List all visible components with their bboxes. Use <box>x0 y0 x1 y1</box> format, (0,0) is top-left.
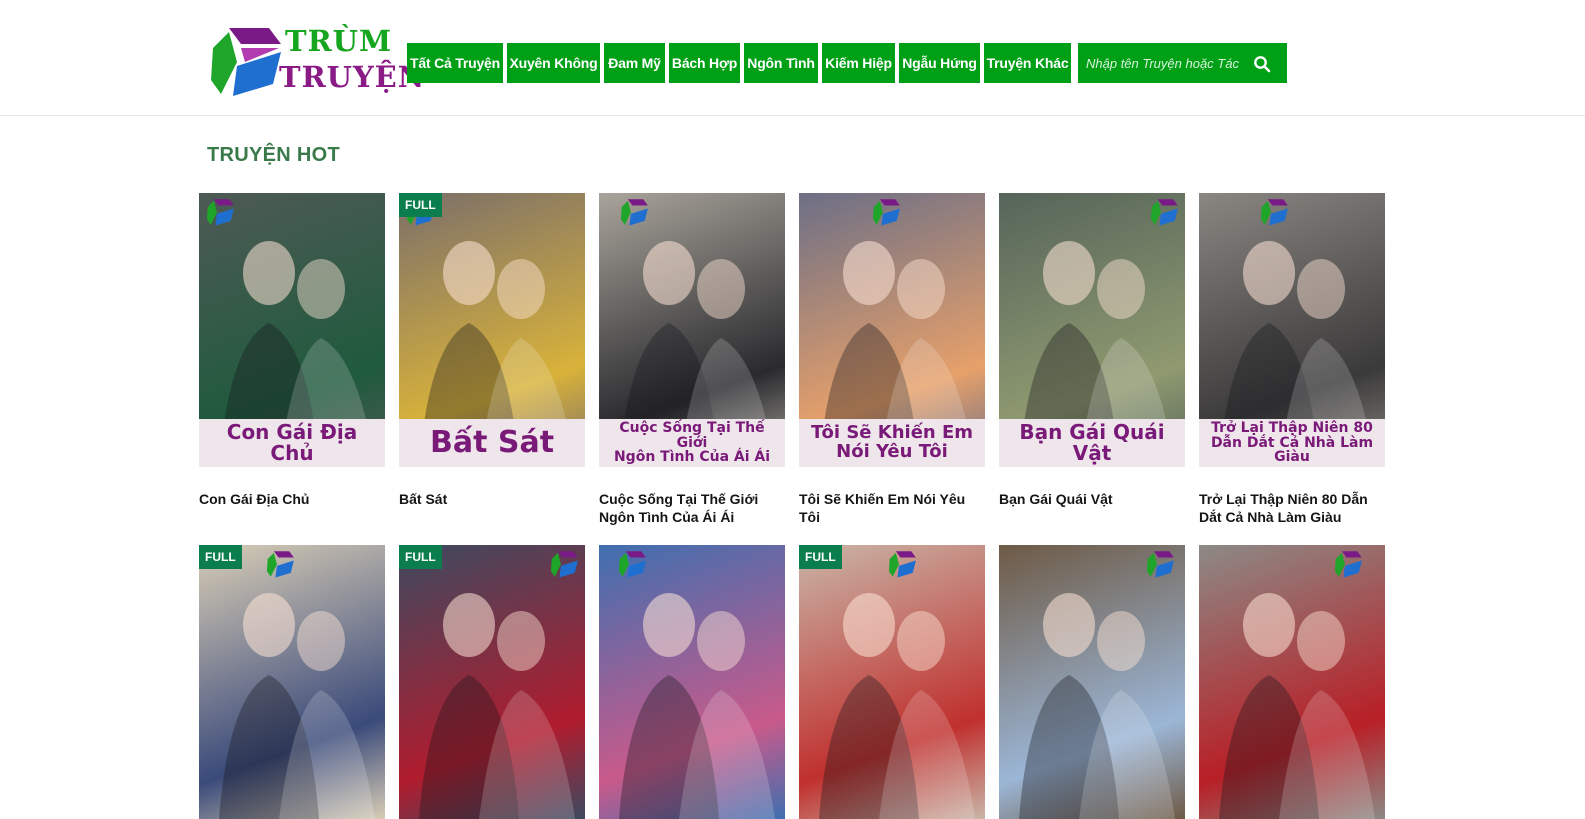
story-card[interactable]: FULL Bất Sát Bất Sát <box>399 193 585 508</box>
cover-title-text: Tôi Sẽ Khiến Em Nói Yêu Tôi <box>799 419 985 467</box>
story-card[interactable]: Bạn Gái Quái Vật Bạn Gái Quái Vật <box>999 193 1185 508</box>
full-badge: FULL <box>399 193 442 217</box>
cover-title-line: Ngôn Tình Của Ái Ái <box>613 449 771 466</box>
nav-item-ngon-tinh[interactable]: Ngôn Tình <box>744 43 818 83</box>
story-cover-image[interactable]: FULL <box>399 545 585 819</box>
nav-item-xuyen-khong[interactable]: Xuyên Không <box>507 43 600 83</box>
story-card[interactable]: Cuộc Sống Tại Thế Giới Ngôn Tình Của Ái Á… <box>599 193 785 526</box>
logo-text-line1: TRÙM <box>285 24 393 58</box>
search-box <box>1078 43 1287 83</box>
story-title-link[interactable]: Cuộc Sống Tại Thế Giới Ngôn Tình Của Ái … <box>599 490 785 526</box>
story-card[interactable] <box>1199 545 1385 819</box>
cover-artwork <box>819 593 975 819</box>
story-cover-image[interactable]: Trở Lại Thập Niên 80 Dẫn Dắt Cả Nhà Làm G… <box>1199 193 1385 467</box>
search-input[interactable] <box>1086 43 1246 83</box>
nav-item-ngau-hung[interactable]: Ngẫu Hứng <box>899 43 980 83</box>
watermark-logo-icon <box>620 199 648 226</box>
full-badge: FULL <box>399 545 442 569</box>
story-title-link[interactable]: Con Gái Địa Chủ <box>199 490 385 508</box>
cover-title-text: Bất Sát <box>399 419 585 467</box>
nav-item-kiem-hiep[interactable]: Kiếm Hiệp <box>822 43 895 83</box>
nav-item-dam-my[interactable]: Đam Mỹ <box>604 43 665 83</box>
watermark-logo-icon <box>872 199 900 226</box>
nav-item-other-stories[interactable]: Truyện Khác <box>984 43 1071 83</box>
watermark-logo-icon <box>1260 199 1288 226</box>
story-card[interactable]: Tôi Sẽ Khiến Em Nói Yêu Tôi Tôi Sẽ Khiến E… <box>799 193 985 526</box>
cover-artwork <box>419 593 575 819</box>
story-card[interactable]: Trở Lại Thập Niên 80 Dẫn Dắt Cả Nhà Làm G… <box>1199 193 1385 526</box>
cover-title-text: Trở Lại Thập Niên 80 Dẫn Dắt Cả Nhà Làm G… <box>1199 419 1385 467</box>
story-card[interactable]: FULL <box>199 545 385 819</box>
watermark-logo-icon <box>266 551 294 578</box>
story-card[interactable]: FULL <box>399 545 585 819</box>
cover-title-line: Nói Yêu Tôi <box>836 441 948 462</box>
story-cover-image[interactable]: FULL Bất Sát <box>399 193 585 467</box>
full-badge: FULL <box>199 545 242 569</box>
section-title-hot: TRUYỆN HOT <box>207 144 340 166</box>
cover-title-line: Bạn Gái Quái Vật <box>1019 420 1165 465</box>
story-card[interactable]: FULL <box>799 545 985 819</box>
story-cover-image[interactable] <box>1199 545 1385 819</box>
cover-title-text: Con Gái Địa Chủ <box>199 419 385 467</box>
cover-title-line: Cuộc Sống Tại Thế Giới <box>619 419 765 451</box>
cover-artwork <box>1019 593 1175 819</box>
story-cover-image[interactable] <box>599 545 785 819</box>
story-cover-image[interactable]: Con Gái Địa Chủ <box>199 193 385 467</box>
cover-title-line: Bất Sát <box>429 425 555 461</box>
logo-text-line2: TRUYỆN <box>279 60 426 94</box>
full-badge: FULL <box>799 545 842 569</box>
story-cover-image[interactable]: FULL <box>799 545 985 819</box>
watermark-logo-icon <box>206 199 234 226</box>
watermark-logo-icon <box>1150 199 1178 226</box>
cover-artwork <box>219 593 375 819</box>
cover-title-line: Con Gái Địa Chủ <box>226 420 358 465</box>
logo-cube-icon <box>211 28 281 96</box>
story-title-link[interactable]: Trở Lại Thập Niên 80 Dẫn Dắt Cả Nhà Làm … <box>1199 490 1385 526</box>
story-cover-image[interactable]: FULL <box>199 545 385 819</box>
story-card[interactable] <box>599 545 785 819</box>
nav-item-all-stories[interactable]: Tất Cả Truyện <box>407 43 503 83</box>
cover-title-line: Trở Lại Thập Niên 80 <box>1211 419 1373 436</box>
story-title-link[interactable]: Bạn Gái Quái Vật <box>999 490 1185 508</box>
cover-title-text: Cuộc Sống Tại Thế Giới Ngôn Tình Của Ái Á… <box>599 419 785 467</box>
watermark-logo-icon <box>618 551 646 578</box>
cover-artwork <box>619 593 775 819</box>
story-title-link[interactable]: Bất Sát <box>399 490 585 508</box>
story-title-link[interactable]: Tôi Sẽ Khiến Em Nói Yêu Tôi <box>799 490 985 526</box>
search-icon[interactable] <box>1253 55 1271 73</box>
story-card[interactable]: Con Gái Địa Chủ Con Gái Địa Chủ <box>199 193 385 508</box>
site-header: TRÙM TRUYỆN Tất Cả Truyện Xuyên Không Đa… <box>0 0 1585 116</box>
watermark-logo-icon <box>888 551 916 578</box>
story-cover-image[interactable]: Cuộc Sống Tại Thế Giới Ngôn Tình Của Ái Á… <box>599 193 785 467</box>
watermark-logo-icon <box>550 551 578 578</box>
nav-item-bach-hop[interactable]: Bách Hợp <box>669 43 740 83</box>
story-cover-image[interactable]: Bạn Gái Quái Vật <box>999 193 1185 467</box>
cover-title-line: Dẫn Dắt Cả Nhà Làm Giàu <box>1210 434 1374 466</box>
watermark-logo-icon <box>1146 551 1174 578</box>
site-logo[interactable]: TRÙM TRUYỆN <box>207 20 424 98</box>
story-cover-image[interactable] <box>999 545 1185 819</box>
story-card[interactable] <box>999 545 1185 819</box>
watermark-logo-icon <box>1334 551 1362 578</box>
cover-artwork <box>1219 593 1375 819</box>
cover-title-text: Bạn Gái Quái Vật <box>999 419 1185 467</box>
story-cover-image[interactable]: Tôi Sẽ Khiến Em Nói Yêu Tôi <box>799 193 985 467</box>
